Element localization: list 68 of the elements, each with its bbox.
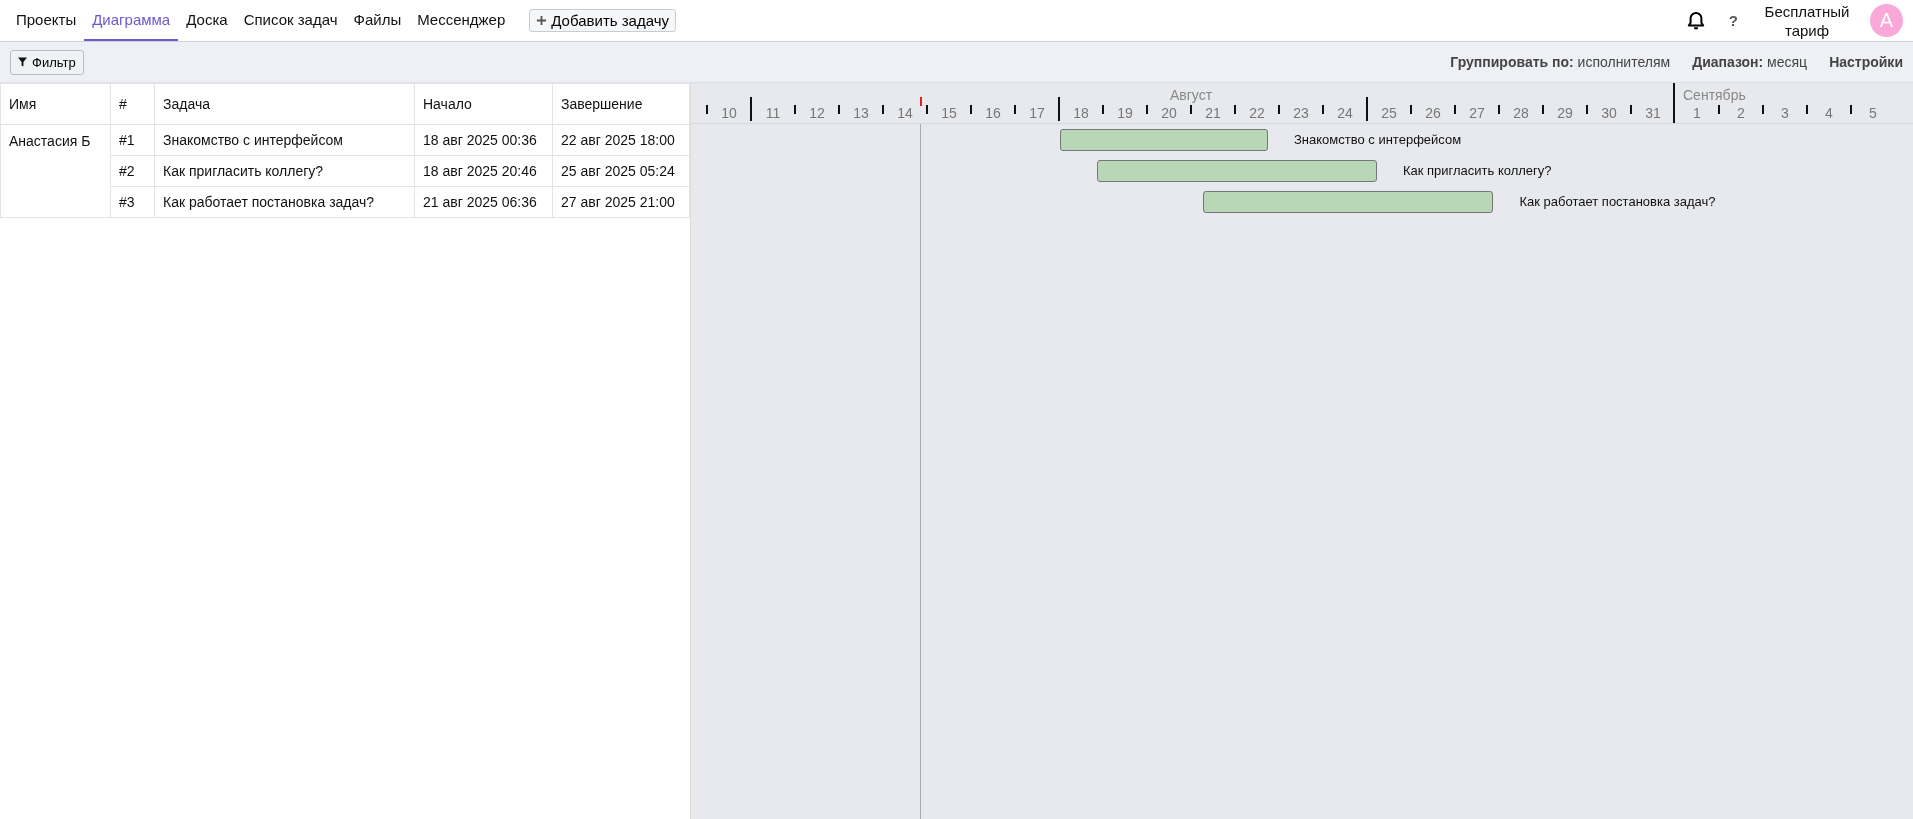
plus-icon — [536, 15, 548, 26]
day-label: 3 — [1781, 105, 1789, 121]
day-label: 27 — [1469, 105, 1485, 121]
day-label: 12 — [809, 105, 825, 121]
settings-link[interactable]: Настройки — [1829, 54, 1903, 70]
task-bar[interactable] — [1060, 129, 1268, 151]
day-label: 28 — [1513, 105, 1529, 121]
day-label: 26 — [1425, 105, 1441, 121]
day-label: 15 — [941, 105, 957, 121]
table-cell: 22 авг 2025 18:00 — [552, 124, 690, 156]
nav-tab[interactable]: Доска — [178, 0, 236, 41]
bell-icon[interactable] — [1686, 10, 1705, 31]
task-bar-label: Как работает постановка задач? — [1519, 194, 1716, 209]
day-label: 5 — [1869, 105, 1877, 121]
task-bar-label: Как пригласить коллегу? — [1402, 163, 1552, 178]
column-header: Имя — [0, 83, 111, 125]
column-header: # — [110, 83, 155, 125]
day-label: 22 — [1249, 105, 1265, 121]
plan-link[interactable]: Бесплатный тариф — [1762, 1, 1852, 40]
day-label: 11 — [765, 105, 781, 121]
day-label: 17 — [1029, 105, 1045, 121]
day-label: 20 — [1161, 105, 1177, 121]
table-cell: Как пригласить коллегу? — [154, 155, 415, 187]
day-label: 16 — [985, 105, 1001, 121]
task-bar[interactable] — [1097, 160, 1377, 182]
task-bar-label: Знакомство с интерфейсом — [1294, 132, 1462, 147]
nav-tab[interactable]: Мессенджер — [409, 0, 514, 41]
table-cell: 21 авг 2025 06:36 — [414, 186, 553, 218]
assignee-cell: Анастасия Б — [0, 124, 111, 218]
range-option[interactable]: Диапазон: месяц — [1692, 54, 1808, 70]
table-cell: 18 авг 2025 20:46 — [414, 155, 553, 187]
nav-tab[interactable]: Список задач — [235, 0, 346, 41]
day-label: 14 — [897, 105, 913, 121]
day-label: 23 — [1293, 105, 1309, 121]
table-cell: #3 — [110, 186, 155, 218]
group-by-option[interactable]: Группировать по: исполнителям — [1450, 54, 1671, 70]
filter-icon — [18, 57, 27, 67]
day-label: 13 — [853, 105, 869, 121]
day-label: 24 — [1337, 105, 1353, 121]
table-cell: 27 авг 2025 21:00 — [552, 186, 690, 218]
month-label: Сентябрь — [1683, 87, 1746, 103]
day-label: 18 — [1073, 105, 1089, 121]
day-label: 21 — [1205, 105, 1221, 121]
day-label: 4 — [1825, 105, 1833, 121]
day-label: 25 — [1381, 105, 1397, 121]
month-label: Август — [1169, 87, 1213, 103]
help-link[interactable]: ? — [1722, 12, 1744, 29]
table-cell: Как работает постановка задач? — [154, 186, 415, 218]
table-cell: 18 авг 2025 00:36 — [414, 124, 553, 156]
table-cell: Знакомство с интерфейсом — [154, 124, 415, 156]
column-header: Задача — [154, 83, 415, 125]
task-bar[interactable] — [1203, 191, 1494, 213]
table-cell: #2 — [110, 155, 155, 187]
column-header: Завершение — [552, 83, 690, 125]
day-label: 10 — [721, 105, 737, 121]
nav-tab[interactable]: Проекты — [8, 0, 85, 41]
day-label: 31 — [1645, 105, 1661, 121]
day-label: 2 — [1737, 105, 1745, 121]
column-header: Начало — [414, 83, 553, 125]
day-label: 30 — [1601, 105, 1617, 121]
filter-button[interactable]: Фильтр — [10, 49, 84, 75]
nav-tab[interactable]: Файлы — [345, 0, 410, 41]
day-label: 19 — [1117, 105, 1133, 121]
day-label: 1 — [1693, 105, 1701, 121]
add-task-button[interactable]: Добавить задачу — [529, 9, 677, 32]
table-cell: #1 — [110, 124, 155, 156]
table-cell: 25 авг 2025 05:24 — [552, 155, 690, 187]
day-label: 29 — [1557, 105, 1573, 121]
